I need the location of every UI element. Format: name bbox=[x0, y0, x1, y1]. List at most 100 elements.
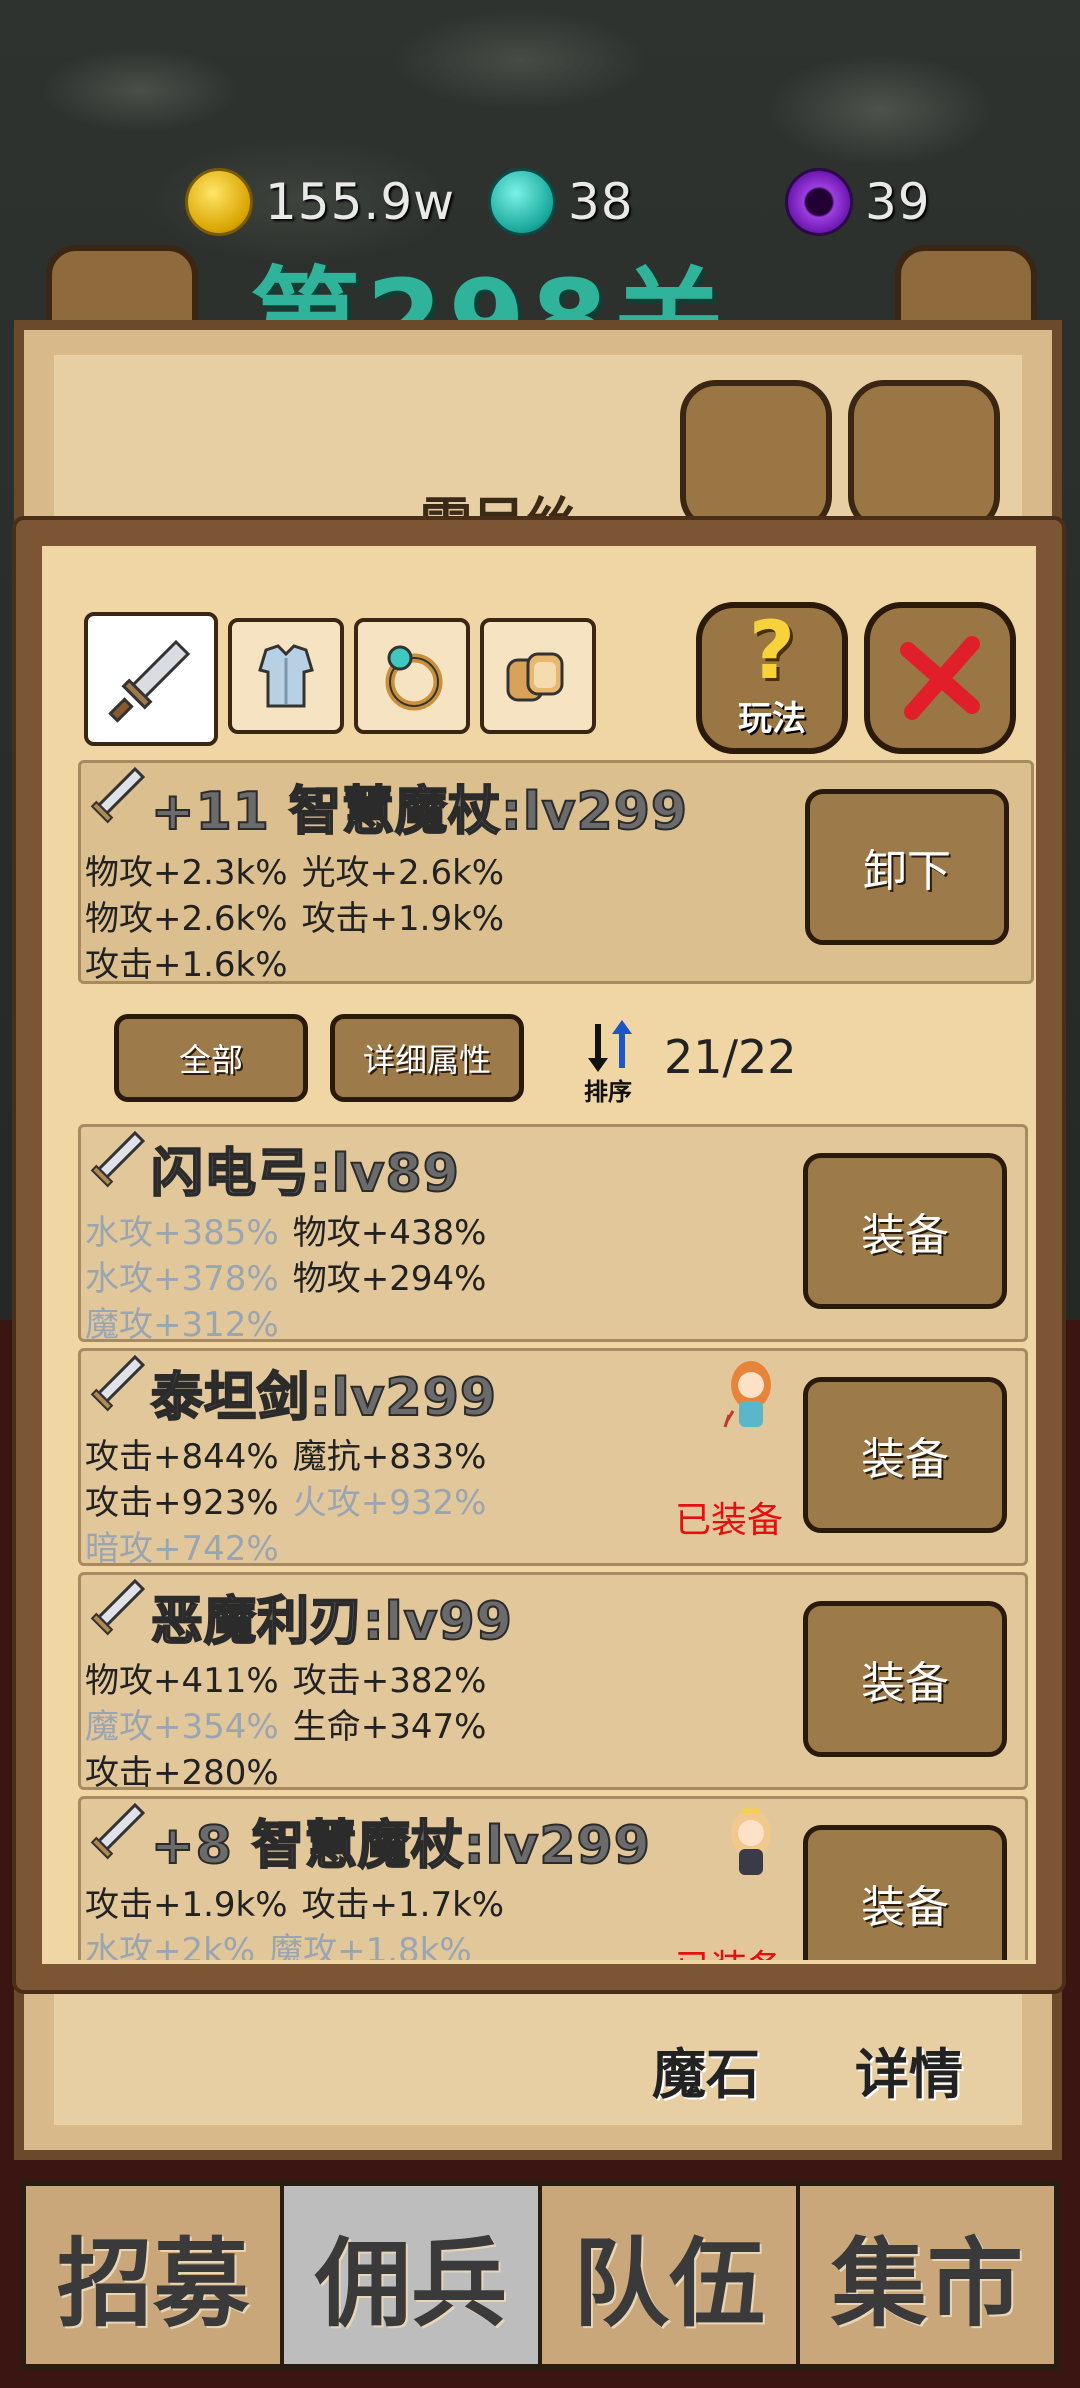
weapon-icon bbox=[90, 1578, 145, 1636]
hero-avatar-icon bbox=[723, 1361, 771, 1428]
magic-stone-label[interactable]: 魔石 bbox=[652, 2030, 760, 2109]
weapon-icon bbox=[90, 1130, 145, 1188]
stat: 魔攻+312% bbox=[85, 1305, 279, 1345]
stat: 物攻+411% bbox=[85, 1661, 279, 1701]
nav-team[interactable]: 队伍 bbox=[542, 2186, 800, 2364]
stat: 物攻+2.6k% bbox=[85, 899, 288, 939]
item-name: 恶魔利刃:lv99 bbox=[150, 1591, 513, 1653]
orb-counter: 39 bbox=[785, 168, 931, 236]
stats-row: 攻击+280% bbox=[85, 1745, 293, 1794]
close-icon bbox=[900, 636, 980, 720]
sort-label: 排序 bbox=[584, 1078, 632, 1106]
stats-row: 魔攻+354% 生命+347% bbox=[85, 1699, 500, 1748]
gem-counter: 38 bbox=[488, 168, 634, 236]
tab-armor[interactable] bbox=[228, 618, 344, 734]
list-item: +8 智慧魔杖:lv299 攻击+1.9k% 攻击+1.7k% 水攻+2k% 魔攻+… bbox=[78, 1796, 1028, 1960]
equipped-stats-row-3: 攻击+1.6k% bbox=[85, 937, 302, 986]
list-item: 闪电弓:lv89 水攻+385% 物攻+438% 水攻+378% 物攻+294% 魔… bbox=[78, 1124, 1028, 1345]
sort-arrows-icon bbox=[588, 1020, 632, 1072]
stat: 攻击+1.6k% bbox=[85, 945, 288, 985]
stat: 攻击+844% bbox=[85, 1437, 279, 1477]
ring-icon bbox=[385, 645, 443, 711]
hero-avatar-icon bbox=[731, 1805, 771, 1875]
stat: 攻击+280% bbox=[85, 1753, 279, 1793]
nav-recruit[interactable]: 招募 bbox=[26, 2186, 284, 2364]
weapon-icon bbox=[90, 766, 145, 824]
nav-mercenary[interactable]: 佣兵 bbox=[284, 2186, 542, 2364]
stat: 魔抗+833% bbox=[292, 1437, 487, 1477]
equip-button[interactable]: 装备 bbox=[803, 1377, 1007, 1533]
stat: 攻击+1.7k% bbox=[301, 1885, 505, 1925]
stat: 攻击+1.9k% bbox=[301, 899, 505, 939]
bottom-nav: 招募 佣兵 队伍 集市 bbox=[20, 2180, 1060, 2370]
stat: 攻击+923% bbox=[85, 1483, 279, 1523]
help-button-label: 玩法 bbox=[738, 699, 806, 739]
equip-button[interactable]: 装备 bbox=[803, 1825, 1007, 1960]
detailed-attributes-button[interactable]: 详细属性 bbox=[330, 1014, 524, 1102]
weapon-icon bbox=[90, 1354, 145, 1412]
stats-row: 魔攻+312% bbox=[85, 1297, 293, 1346]
details-label[interactable]: 详情 bbox=[855, 2030, 963, 2109]
stat: 物攻+2.3k% bbox=[85, 853, 288, 893]
stat: 暗攻+742% bbox=[85, 1529, 279, 1569]
stats-row: 物攻+411% 攻击+382% bbox=[85, 1653, 500, 1702]
sword-icon bbox=[108, 639, 191, 723]
stats-row: 暗攻+742% bbox=[85, 1521, 293, 1570]
equipped-item-name: +11 智慧魔杖:lv299 bbox=[150, 781, 689, 843]
item-name: +8 智慧魔杖:lv299 bbox=[150, 1815, 651, 1877]
magic-orb-icon bbox=[785, 168, 853, 236]
stats-row: 攻击+923% 火攻+932% bbox=[85, 1475, 500, 1524]
stats-row: 攻击+1.9k% 攻击+1.7k% bbox=[85, 1877, 518, 1926]
nav-market[interactable]: 集市 bbox=[800, 2186, 1054, 2364]
weapon-icon bbox=[90, 1802, 145, 1860]
gold-amount: 155.9w bbox=[265, 173, 456, 231]
stats-row: 水攻+385% 物攻+438% bbox=[85, 1205, 500, 1254]
tab-food[interactable] bbox=[480, 618, 596, 734]
equipped-item-card: +11 智慧魔杖:lv299 物攻+2.3k% 光攻+2.6k% 物攻+2.6k%… bbox=[78, 760, 1034, 986]
item-count: 21/22 bbox=[664, 1030, 797, 1084]
help-button[interactable]: ? 玩法 bbox=[696, 602, 848, 754]
equipped-stats-row-2: 物攻+2.6k% 攻击+1.9k% bbox=[85, 891, 518, 940]
gem-amount: 38 bbox=[568, 173, 634, 231]
gem-icon bbox=[488, 168, 556, 236]
equipped-stats-row-1: 物攻+2.3k% 光攻+2.6k% bbox=[85, 845, 518, 894]
item-name: 泰坦剑:lv299 bbox=[150, 1367, 498, 1429]
stat: 攻击+382% bbox=[292, 1661, 487, 1701]
filter-all-button[interactable]: 全部 bbox=[114, 1014, 308, 1102]
list-item: 恶魔利刃:lv99 物攻+411% 攻击+382% 魔攻+354% 生命+347% … bbox=[78, 1572, 1028, 1793]
item-name: 闪电弓:lv89 bbox=[150, 1143, 460, 1205]
orb-amount: 39 bbox=[865, 173, 931, 231]
stats-row: 水攻+2k% 魔攻+1.8k% bbox=[85, 1923, 486, 1960]
stat: 水攻+385% bbox=[85, 1213, 279, 1253]
stat: 攻击+1.9k% bbox=[85, 1885, 288, 1925]
stat: 物攻+294% bbox=[292, 1259, 487, 1299]
equipped-tag: 已装备 bbox=[675, 1939, 783, 1960]
stat: 魔攻+354% bbox=[85, 1707, 279, 1747]
stats-row: 水攻+378% 物攻+294% bbox=[85, 1251, 500, 1300]
gold-counter: 155.9w bbox=[185, 168, 455, 236]
equipped-tag: 已装备 bbox=[675, 1500, 784, 1541]
list-item: 泰坦剑:lv299 攻击+844% 魔抗+833% 攻击+923% 火攻+932% … bbox=[78, 1348, 1028, 1569]
close-button[interactable] bbox=[864, 602, 1016, 754]
equip-button[interactable]: 装备 bbox=[803, 1601, 1007, 1757]
tab-ring[interactable] bbox=[354, 618, 470, 734]
equipment-list[interactable]: 闪电弓:lv89 水攻+385% 物攻+438% 水攻+378% 物攻+294% 魔… bbox=[78, 1124, 1028, 1960]
equipment-panel-body: ? 玩法 +11 智慧魔杖:lv299 物攻+2.3k% 光攻+2.6k% 物攻+… bbox=[42, 546, 1036, 1964]
stat: 物攻+438% bbox=[292, 1213, 487, 1253]
tab-weapon[interactable] bbox=[84, 612, 218, 746]
bread-icon bbox=[506, 652, 564, 702]
armor-icon bbox=[258, 644, 314, 708]
gold-coin-icon bbox=[185, 168, 253, 236]
question-mark-icon: ? bbox=[748, 604, 796, 697]
equipment-panel: ? 玩法 +11 智慧魔杖:lv299 物攻+2.3k% 光攻+2.6k% 物攻+… bbox=[16, 520, 1062, 1990]
back-close-button[interactable] bbox=[848, 380, 1000, 532]
stat: 水攻+378% bbox=[85, 1259, 279, 1299]
unequip-button[interactable]: 卸下 bbox=[805, 789, 1009, 945]
equip-button[interactable]: 装备 bbox=[803, 1153, 1007, 1309]
sort-button[interactable]: 排序 bbox=[576, 1018, 656, 1108]
back-help-button[interactable] bbox=[680, 380, 832, 532]
stat: 魔攻+1.8k% bbox=[269, 1931, 472, 1960]
stat: 水攻+2k% bbox=[85, 1931, 256, 1960]
stat: 光攻+2.6k% bbox=[301, 853, 505, 893]
equipment-category-tabs bbox=[84, 612, 596, 746]
